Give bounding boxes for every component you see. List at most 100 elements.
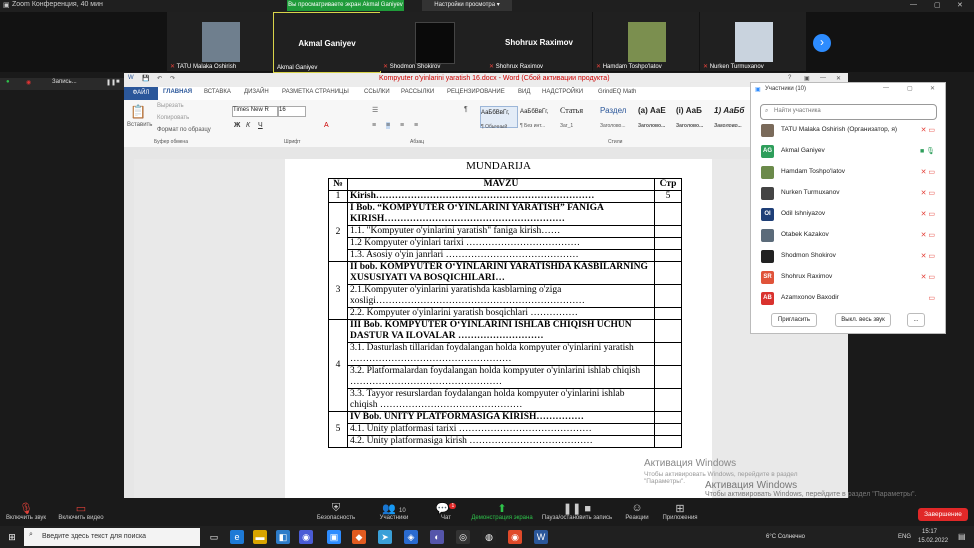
bullets-icon[interactable]: ☰ [372, 106, 378, 114]
reactions-button[interactable]: ☺ Реакции [622, 502, 652, 521]
share-screen-button[interactable]: ⬆ Демонстрация экрана [468, 502, 536, 521]
apps-button[interactable]: ⊞ Приложения [660, 502, 700, 521]
video-tile[interactable]: Shohrux Raximov ✕ Shohrux Raximov [486, 12, 592, 71]
app-icon[interactable]: ◆ [352, 530, 366, 544]
store-icon[interactable]: ◧ [276, 530, 290, 544]
font-size-select[interactable]: 16 [278, 106, 306, 117]
weather-label[interactable]: 6°C Солнечно [766, 534, 805, 540]
language-indicator[interactable]: ENG [898, 534, 911, 540]
tab-home[interactable]: ГЛАВНАЯ [163, 89, 192, 95]
edge-icon[interactable]: e [230, 530, 244, 544]
mic-muted-icon[interactable]: ✕ ▭ [921, 168, 935, 176]
zoom-taskbar-icon[interactable]: ▣ [327, 530, 341, 544]
participant-row[interactable]: SR Shohrux Raximov ✕ ▭ [759, 269, 939, 287]
save-icon[interactable]: 💾 [142, 75, 149, 82]
close-icon[interactable]: ✕ [930, 85, 935, 92]
more-button[interactable]: ... [907, 313, 925, 327]
underline-button[interactable]: Ч [258, 122, 263, 129]
cut-button[interactable]: Вырезать [157, 103, 184, 109]
mic-muted-icon[interactable]: ✕ ▭ [921, 126, 935, 134]
font-name-select[interactable]: Times New R [232, 106, 278, 117]
unmute-button[interactable]: 🎙 Включить звук [4, 502, 48, 521]
video-tile-active[interactable]: Akmal Ganiyev Akmal Ganiyev [273, 12, 381, 73]
close-icon[interactable]: ✕ [836, 75, 841, 82]
app-icon[interactable]: ◍ [482, 530, 496, 544]
participant-row[interactable]: OI Odil Ishniyazov ✕ ▭ [759, 206, 939, 224]
app-icon[interactable]: ◉ [299, 530, 313, 544]
mic-muted-icon[interactable]: ✕ ▭ [921, 273, 935, 281]
video-tile[interactable]: ✕ Hamdam Toshpo'latov [593, 12, 699, 71]
video-tile[interactable]: ✕ Nurken Turmuxanov [700, 12, 806, 71]
pause-recording-button[interactable]: ❚❚ ■ Пауза/остановить запись [540, 502, 614, 521]
security-button[interactable]: ⛨ Безопасность [314, 502, 358, 521]
justify-icon[interactable]: ≡ [414, 122, 418, 129]
tab-layout[interactable]: РАЗМЕТКА СТРАНИЦЫ [282, 89, 349, 95]
word-taskbar-icon[interactable]: W [534, 530, 548, 544]
app-icon[interactable]: ◎ [456, 530, 470, 544]
ribbon-display-icon[interactable]: ▣ [804, 75, 810, 82]
document-area[interactable]: MUNDARIJA № MAVZU Стр 1 Kirish…………………………… [134, 159, 848, 498]
align-right-icon[interactable]: ≡ [400, 122, 404, 129]
pilcrow-icon[interactable]: ¶ [464, 106, 468, 113]
copy-button[interactable]: Копировать [157, 115, 189, 121]
participant-row[interactable]: TATU Malaka Oshirish (Организатор, я) ✕ ▭ [759, 122, 939, 140]
chat-button[interactable]: 💬 1 Чат [434, 502, 458, 521]
start-video-button[interactable]: ▭ Включить видео [56, 502, 106, 521]
tab-grindeq[interactable]: GrindEQ Math [598, 89, 636, 95]
video-off-icon[interactable]: ▭ [928, 294, 935, 302]
tab-references[interactable]: ССЫЛКИ [364, 89, 390, 95]
redo-icon[interactable]: ↷ [170, 75, 175, 82]
style-normal[interactable]: АаБбВвГг, ¶ Обычный [480, 106, 518, 130]
clock-date[interactable]: 15.02.2022 [918, 538, 948, 544]
undo-icon[interactable]: ↶ [157, 75, 162, 82]
taskbar-search-input[interactable]: ⌕ Введите здесь текст для поиска [24, 528, 200, 546]
task-view-icon[interactable]: ▭ [207, 530, 221, 544]
maximize-icon[interactable]: ▢ [934, 1, 941, 9]
invite-button[interactable]: Пригласить [771, 313, 817, 327]
horizontal-ruler[interactable] [124, 147, 848, 159]
paste-icon[interactable]: 📋 [130, 104, 146, 120]
align-center-icon[interactable]: ≡ [386, 122, 391, 129]
telegram-icon[interactable]: ➤ [378, 530, 392, 544]
minimize-icon[interactable]: — [910, 1, 917, 8]
align-left-icon[interactable]: ≡ [372, 122, 376, 129]
notification-icon[interactable]: ▤ [958, 532, 966, 541]
video-tile[interactable]: ✕ TATU Malaka Oshirish [167, 12, 273, 71]
participant-search-input[interactable]: ⌕ Найти участника [760, 104, 937, 120]
pause-icon[interactable]: ❚❚ [106, 79, 116, 86]
close-icon[interactable]: ✕ [957, 1, 963, 9]
mic-muted-icon[interactable]: ✕ ▭ [921, 189, 935, 197]
style-heading-4[interactable]: 1) АаБб Заголово... [714, 106, 750, 129]
style-no-spacing[interactable]: АаБбВвГг, ¶ Без инт... [520, 106, 556, 129]
next-page-button[interactable]: › [813, 34, 831, 52]
style-zag1[interactable]: Статья Заг_1 [560, 106, 596, 129]
paste-button[interactable]: Вставить [127, 122, 152, 128]
tab-review[interactable]: РЕЦЕНЗИРОВАНИЕ [447, 89, 505, 95]
mic-muted-icon[interactable]: ✕ ▭ [921, 231, 935, 239]
mic-muted-icon[interactable]: ✕ ▭ [921, 252, 935, 260]
style-heading-2[interactable]: (a) АаЕ Заголово... [638, 106, 674, 129]
minimize-icon[interactable]: — [883, 85, 889, 91]
italic-button[interactable]: К [246, 122, 250, 129]
participant-row[interactable]: Otabek Kazakov ✕ ▭ [759, 227, 939, 245]
style-heading-1[interactable]: Раздел Заголово... [600, 106, 636, 129]
clock-time[interactable]: 15:17 [922, 529, 937, 535]
stop-icon[interactable]: ■ [116, 79, 120, 85]
style-heading-3[interactable]: (i) АаБ Заголово... [676, 106, 712, 129]
help-icon[interactable]: ? [788, 75, 791, 81]
format-painter-button[interactable]: Формат по образцу [157, 127, 211, 133]
participants-button[interactable]: 👥 10 Участники [376, 502, 412, 521]
folder-icon[interactable]: ▬ [253, 530, 267, 544]
chrome-icon[interactable]: ◉ [508, 530, 522, 544]
tab-design[interactable]: ДИЗАЙН [244, 89, 269, 95]
participant-row[interactable]: AG Akmal Ganiyev ■ 🎙 [759, 143, 939, 161]
view-settings-button[interactable]: Настройки просмотра ▾ [422, 0, 512, 11]
font-color-button[interactable]: A [324, 122, 329, 129]
windows-start-icon[interactable]: ⊞ [5, 530, 19, 544]
participant-row[interactable]: Nurken Turmuxanov ✕ ▭ [759, 185, 939, 203]
app-icon[interactable]: ◐ [430, 530, 444, 544]
participant-row[interactable]: Shodmon Shokirov ✕ ▭ [759, 248, 939, 266]
mute-all-button[interactable]: Выкл. весь звук [835, 313, 891, 327]
tab-file[interactable]: ФАЙЛ [124, 87, 158, 100]
tab-addins[interactable]: НАДСТРОЙКИ [542, 89, 583, 95]
